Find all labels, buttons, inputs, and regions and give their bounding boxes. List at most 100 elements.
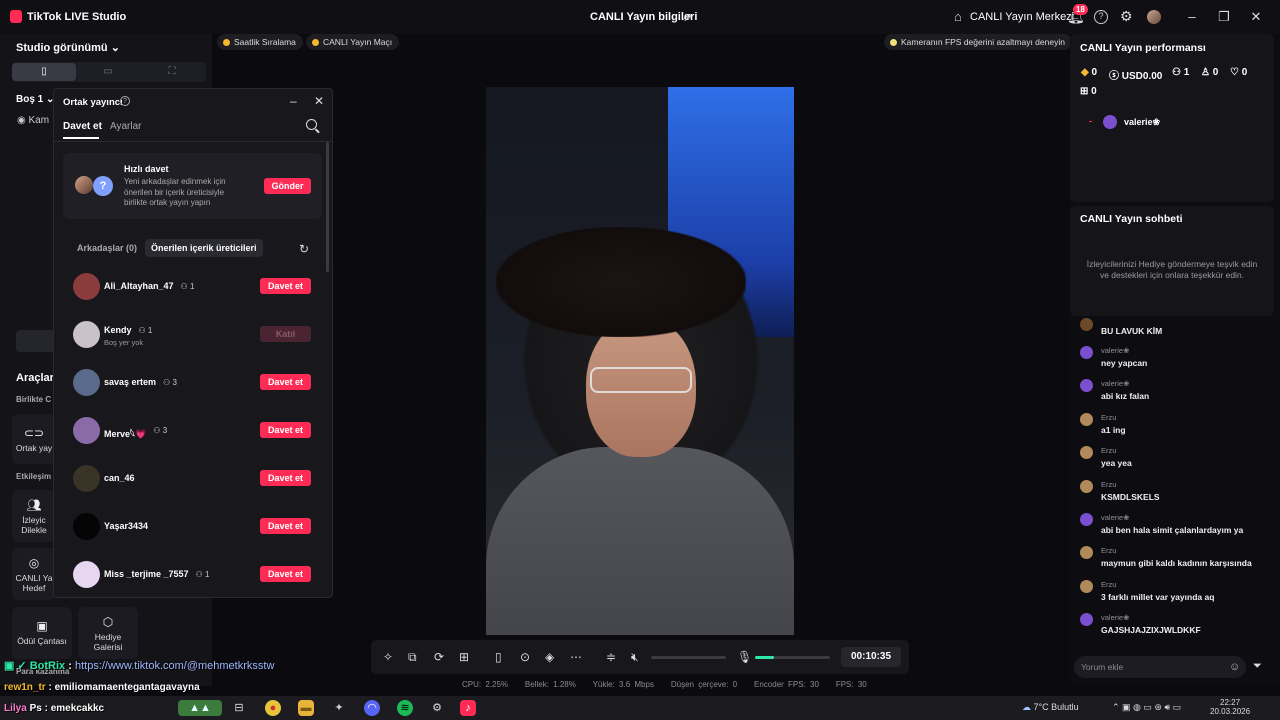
portrait-button[interactable]: ▯ <box>12 63 76 81</box>
invite-button[interactable]: Davet et <box>260 518 311 534</box>
join-button[interactable]: Katıl <box>260 326 311 342</box>
minimize-icon[interactable]: – <box>1182 9 1202 24</box>
chrome-icon[interactable]: ● <box>265 700 281 716</box>
invite-button[interactable]: Davet et <box>260 470 311 486</box>
emoji-icon[interactable]: ☺ <box>1229 661 1240 673</box>
chat-message: BU LAVUK KİM <box>1101 326 1163 336</box>
botrix-link[interactable]: https://www.tiktok.com/@mehmetkrksstw <box>75 660 274 672</box>
landscape-button[interactable]: ▭ <box>76 63 140 81</box>
viewer-name[interactable]: valerie❀ <box>1124 117 1160 128</box>
stream-preview[interactable] <box>486 87 794 635</box>
chat-avatar[interactable] <box>1080 513 1093 526</box>
scene-dropdown[interactable]: Boş 1 ⌄ <box>16 94 54 105</box>
viewer-requests-tool[interactable]: 👥︎ İzleyic Dilekle <box>12 490 56 542</box>
invite-button[interactable]: Davet et <box>260 566 311 582</box>
chat-avatar[interactable] <box>1080 579 1093 593</box>
refresh-icon[interactable]: ↻ <box>299 242 309 256</box>
game-thumbnail-icon[interactable]: ▲▲ <box>178 700 222 716</box>
gallery-icon: ⬡ <box>102 615 114 629</box>
camera-effects-icon[interactable]: ◈ <box>545 650 554 664</box>
chat-username[interactable]: valerie❀ <box>1101 346 1129 355</box>
source-camera[interactable]: ◉ Kam <box>17 115 49 126</box>
chat-avatar[interactable] <box>1080 318 1093 331</box>
cohost-tool[interactable]: ⊂⊃ Ortak yay <box>12 414 56 464</box>
share-icon[interactable]: ⇗ <box>682 10 692 24</box>
gear-icon[interactable]: ⚙ <box>1120 8 1133 25</box>
add-source-button[interactable] <box>16 330 56 352</box>
mic-slider[interactable] <box>755 656 830 659</box>
speaker-muted-icon[interactable]: 🔇︎ <box>631 650 639 665</box>
chat-username[interactable]: Erzu <box>1101 413 1116 422</box>
viewer-avatar[interactable] <box>1103 115 1117 129</box>
send-button[interactable]: Gönder <box>264 178 311 194</box>
profile-avatar[interactable] <box>1147 10 1161 24</box>
filter-friends[interactable]: Arkadaşlar (0) <box>77 243 137 253</box>
comment-placeholder: Yorum ekle <box>1081 662 1124 672</box>
folder-icon[interactable]: ▬ <box>298 700 314 716</box>
chat-username[interactable]: Erzu <box>1101 480 1116 489</box>
chat-username[interactable]: Erzu <box>1101 580 1116 589</box>
modal-scrollbar[interactable] <box>326 142 329 272</box>
chat-avatar[interactable] <box>1080 479 1093 493</box>
phone-icon[interactable]: ▯ <box>495 650 502 664</box>
chat-username[interactable]: valerie❀ <box>1101 613 1129 622</box>
help-icon[interactable]: ? <box>120 96 130 106</box>
invite-button[interactable]: Davet et <box>260 278 311 294</box>
hourly-ranking-pill[interactable]: Saatlik Sıralama <box>217 34 303 50</box>
creator-avatar[interactable] <box>73 513 100 540</box>
mixer-icon[interactable]: ≑ <box>606 650 616 664</box>
maximize-icon[interactable]: ❐ <box>1214 9 1234 25</box>
section-together: Birlikte C <box>16 395 52 404</box>
invite-button[interactable]: Davet et <box>260 422 311 438</box>
creator-avatar[interactable] <box>73 417 100 444</box>
studio-view-dropdown[interactable]: Studio görünümü ⌄ <box>16 41 120 54</box>
weather[interactable]: ☁ 7°C Bulutlu <box>1022 702 1079 713</box>
close-icon[interactable]: ✕ <box>1246 9 1266 25</box>
more-icon[interactable]: ⋯ <box>570 650 582 664</box>
live-center-link[interactable]: CANLI Yayın Merkezi <box>970 11 1074 23</box>
gift-gallery-tool[interactable]: ⬡ Hediye Galerisi <box>78 607 138 659</box>
chat-avatar[interactable] <box>1080 346 1093 359</box>
clock[interactable]: 22:27 20.03.2026 <box>1210 698 1250 716</box>
spotify-icon[interactable]: ≋ <box>397 700 413 716</box>
rew-text: : emiliomamaentegantagavayna <box>45 682 200 693</box>
preview-hoodie <box>486 447 794 635</box>
record-icon[interactable]: ⊙ <box>520 650 530 664</box>
effects-icon[interactable]: ⟳ <box>434 650 444 664</box>
chat-username[interactable]: Erzu <box>1101 546 1116 555</box>
lock-layout-button[interactable]: ⛶ <box>140 63 204 81</box>
filter-icon[interactable]: ⏷ <box>1253 660 1262 673</box>
invite-button[interactable]: Davet et <box>260 374 311 390</box>
task-view-icon[interactable]: ⊟ <box>231 700 247 716</box>
creator-avatar[interactable] <box>73 465 100 492</box>
settings-app-icon[interactable]: ⚙ <box>429 700 445 716</box>
help-icon[interactable]: ? <box>1094 10 1108 24</box>
chat-username[interactable]: valerie❀ <box>1101 379 1129 388</box>
live-match-pill[interactable]: CANLI Yayın Maçı <box>306 34 400 50</box>
microphone-icon[interactable]: 🎙︎ <box>737 650 752 664</box>
system-tray-icons[interactable]: ⌃ ▣ ◍ ▭ ⊛ 🔊︎ ▭ <box>1112 702 1181 713</box>
creator-avatar[interactable] <box>73 321 100 348</box>
magic-wand-icon[interactable]: ✧ <box>383 650 393 664</box>
search-icon[interactable] <box>306 119 317 130</box>
live-goal-tool[interactable]: ◎ CANLI Ya Hedef <box>12 548 56 600</box>
tab-invite[interactable]: Davet et <box>63 121 102 132</box>
layers-icon[interactable]: ⧉ <box>408 650 417 665</box>
chat-username[interactable]: Erzu <box>1101 446 1116 455</box>
creator-avatar[interactable] <box>73 561 100 588</box>
app-icon[interactable]: ✦ <box>331 700 347 716</box>
creator-avatar[interactable] <box>73 369 100 396</box>
home-icon[interactable]: ⌂ <box>954 9 962 24</box>
reward-bag-tool[interactable]: ▣ Ödül Çantası <box>12 607 72 659</box>
creator-avatar[interactable] <box>73 273 100 300</box>
close-icon[interactable]: ✕ <box>314 94 324 108</box>
tab-settings[interactable]: Ayarlar <box>110 121 142 132</box>
tiktok-live-icon[interactable]: ♪ <box>460 700 476 716</box>
volume-slider[interactable] <box>651 656 726 659</box>
filter-suggested[interactable]: Önerilen içerik üreticileri <box>145 239 263 257</box>
screen-icon[interactable]: ⊞ <box>459 650 469 664</box>
chat-username[interactable]: valerie❀ <box>1101 513 1129 522</box>
chat-avatar[interactable] <box>1080 412 1093 426</box>
discord-icon[interactable]: ◠ <box>364 700 380 716</box>
minimize-icon[interactable]: – <box>290 94 297 108</box>
